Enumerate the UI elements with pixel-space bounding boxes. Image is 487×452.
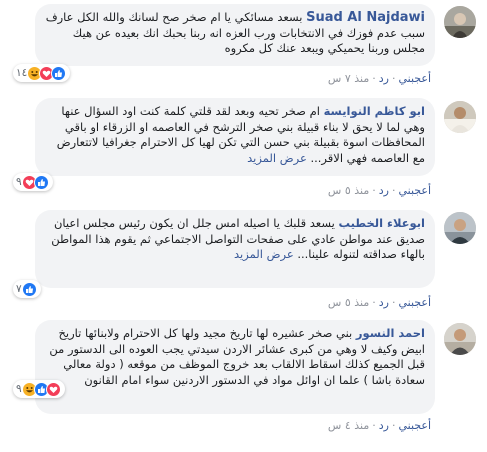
reaction-count: ٩ bbox=[16, 383, 22, 395]
reaction-count: ٧ bbox=[16, 283, 22, 295]
timestamp[interactable]: منذ ٤ س bbox=[328, 419, 369, 432]
like-icon bbox=[21, 281, 37, 297]
reaction-summary[interactable]: ٩ bbox=[13, 380, 65, 398]
comment-actions: أعجبني·رد·منذ ٥ س bbox=[327, 296, 431, 309]
avatar[interactable] bbox=[444, 101, 476, 133]
like-button[interactable]: أعجبني bbox=[398, 184, 431, 197]
comment-actions: أعجبني·رد·منذ ٤ س bbox=[327, 419, 431, 432]
reply-button[interactable]: رد bbox=[379, 296, 389, 309]
see-more-link[interactable]: عرض المزيد bbox=[247, 151, 307, 165]
like-button[interactable]: أعجبني bbox=[398, 419, 431, 432]
comment-bubble: ابوعلاء الخطيب يسعد قلبك يا اصيله امس جل… bbox=[35, 210, 435, 288]
reply-button[interactable]: رد bbox=[379, 184, 389, 197]
avatar[interactable] bbox=[444, 323, 476, 355]
timestamp[interactable]: منذ ٧ س bbox=[328, 72, 369, 85]
reply-button[interactable]: رد bbox=[379, 72, 389, 85]
like-button[interactable]: أعجبني bbox=[398, 72, 431, 85]
love-icon bbox=[45, 381, 61, 397]
timestamp[interactable]: منذ ٥ س bbox=[328, 184, 369, 197]
like-icon bbox=[51, 65, 67, 81]
reply-button[interactable]: رد bbox=[379, 419, 389, 432]
like-button[interactable]: أعجبني bbox=[398, 296, 431, 309]
comment-actions: أعجبني·رد·منذ ٥ س bbox=[327, 184, 431, 197]
comment-author[interactable]: Suad Al Najdawi bbox=[306, 10, 425, 25]
comment-author[interactable]: ابوعلاء الخطيب bbox=[338, 216, 425, 230]
comment-author[interactable]: احمد النسور bbox=[356, 326, 425, 340]
reaction-count: ٩ bbox=[16, 176, 22, 188]
avatar[interactable] bbox=[444, 6, 476, 38]
comment-bubble: ابو كاظم النوايسة ام صخر تحيه وبعد لقد ق… bbox=[35, 98, 435, 176]
reaction-summary[interactable]: ١٤ bbox=[13, 64, 71, 82]
reaction-count: ١٤ bbox=[16, 67, 28, 79]
like-icon bbox=[33, 174, 49, 190]
avatar[interactable] bbox=[444, 212, 476, 244]
timestamp[interactable]: منذ ٥ س bbox=[328, 296, 369, 309]
reaction-summary[interactable]: ٧ bbox=[13, 280, 41, 298]
comment-author[interactable]: ابو كاظم النوايسة bbox=[324, 104, 425, 118]
reaction-summary[interactable]: ٩ bbox=[13, 173, 53, 191]
see-more-link[interactable]: عرض المزيد bbox=[234, 247, 294, 261]
comment-actions: أعجبني·رد·منذ ٧ س bbox=[327, 72, 431, 85]
comment-bubble: احمد النسور بني صخر عشيره لها تاريخ مجيد… bbox=[35, 320, 435, 414]
comment-bubble: Suad Al Najdawi بسعد مسائكي يا ام صخر صح… bbox=[35, 4, 435, 66]
